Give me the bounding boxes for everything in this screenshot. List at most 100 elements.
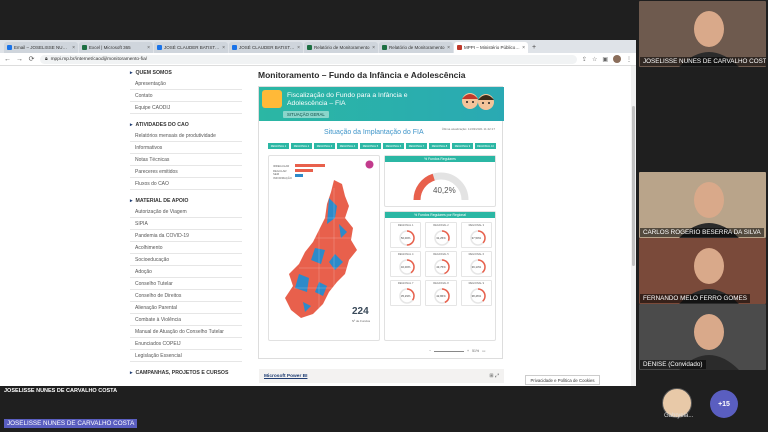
participant-video-tile[interactable]: JOSELISSE NUNES DE CARVALHO COSTA [639, 1, 766, 67]
sidebar-item[interactable]: Conselho de Direitos [130, 290, 242, 302]
sidebar-item[interactable]: Acolhimento [130, 242, 242, 254]
info-bubble-icon[interactable] [365, 160, 374, 169]
close-tab-icon[interactable]: × [222, 45, 225, 51]
browser-tab-bar: Email – JOSELISSE NUNES DE C×Excel | Mic… [0, 40, 636, 53]
sidebar-item[interactable]: Pareceres emitidos [130, 166, 242, 178]
back-icon[interactable]: ← [4, 56, 11, 63]
browser-tab[interactable]: JOSÉ CLAUDER BATISTA ALCÂ× [229, 42, 303, 53]
star-icon[interactable]: ☆ [592, 56, 597, 63]
main-content: Monitoramento – Fundo da Infância e Adol… [258, 66, 630, 386]
region-filter-button[interactable]: REGIONAL 8 [429, 143, 450, 149]
region-filter-button[interactable]: REGIONAL 4 [337, 143, 358, 149]
zoom-out-icon[interactable]: − [429, 349, 431, 353]
participant-video-tile[interactable]: DENISE (Convidado) [639, 304, 766, 370]
sidebar-section-header[interactable]: ▸ MATERIAL DE APOIO [130, 198, 242, 204]
sidebar-item[interactable]: Informativos [130, 142, 242, 154]
close-tab-icon[interactable]: × [147, 45, 150, 51]
regional-gauge-label: REGIONAL 1 [397, 224, 414, 227]
sidebar-item[interactable]: Socioeducação [130, 254, 242, 266]
region-filter-button[interactable]: REGIONAL 2 [291, 143, 312, 149]
sidebar-section-header[interactable]: ▸ ATIVIDADES DO CAO [130, 122, 242, 128]
sidebar-item[interactable]: SIPIA [130, 218, 242, 230]
tab-favicon-icon [82, 45, 87, 50]
close-tab-icon[interactable]: × [447, 45, 450, 51]
close-tab-icon[interactable]: × [522, 45, 525, 51]
gauge-panel: % Fundos Regulares 40,2% [384, 155, 496, 207]
regional-gauge: REGIONAL 8 42,86% [425, 280, 457, 306]
sidebar-item[interactable]: Combate à Violência [130, 314, 242, 326]
sidebar-item[interactable]: Equipe CAODIJ [130, 102, 242, 114]
region-filter-button[interactable]: REGIONAL 3 [314, 143, 335, 149]
sidebar-item[interactable]: Apresentação [130, 78, 242, 90]
close-tab-icon[interactable]: × [72, 45, 75, 51]
share-icon[interactable]: ⇪ [582, 56, 587, 63]
profile-avatar[interactable] [613, 55, 621, 63]
sidebar-item[interactable]: Conselho Tutelar [130, 278, 242, 290]
chevron-icon: ▸ [130, 122, 133, 128]
zoom-controls: − + 51% ▭ [429, 349, 485, 353]
close-tab-icon[interactable]: × [297, 45, 300, 51]
browser-tab[interactable]: Email – JOSELISSE NUNES DE C× [4, 42, 78, 53]
sidebar-item[interactable]: Pandemia da COVID-19 [130, 230, 242, 242]
regional-gauge-label: REGIONAL 7 [397, 282, 414, 285]
zoom-slider[interactable] [434, 350, 465, 352]
powerbi-embed[interactable]: Fiscalização do Fundo para a Infância e … [258, 86, 504, 383]
new-tab-icon[interactable]: + [529, 42, 539, 53]
region-filter-button[interactable]: REGIONAL 9 [452, 143, 473, 149]
regional-gauge-label: REGIONAL 9 [468, 282, 485, 285]
sidebar-item[interactable]: Fluxos do CAO [130, 178, 242, 190]
participant-video-tile[interactable]: CARLOS ROGERIO BESERRA DA SILVA [639, 172, 766, 238]
region-filter-button[interactable]: REGIONAL 5 [360, 143, 381, 149]
reload-icon[interactable]: ⟳ [28, 55, 35, 63]
page-scrollbar[interactable] [631, 66, 636, 386]
sidebar-item[interactable]: Adoção [130, 266, 242, 278]
sidebar-section-header[interactable]: ▸ CAMPANHAS, PROJETOS E CURSOS [130, 370, 242, 376]
regional-gauge-label: REGIONAL 3 [468, 224, 485, 227]
fit-page-icon[interactable]: ▭ [482, 349, 485, 353]
sidebar-item[interactable]: Autorização de Viagem [130, 206, 242, 218]
region-filter-button[interactable]: REGIONAL 6 [383, 143, 404, 149]
sidebar-section-header[interactable]: ▸ QUEM SOMOS [130, 70, 242, 76]
powerbi-link[interactable]: Microsoft Power BI [264, 374, 307, 379]
sidebar-item[interactable]: Contato [130, 90, 242, 102]
region-filter-button[interactable]: REGIONAL 7 [406, 143, 427, 149]
region-filter-button[interactable]: REGIONAL 1 [268, 143, 289, 149]
sidebar-item[interactable]: Alienação Parental [130, 302, 242, 314]
sidebar-item[interactable]: Manual de Atuação do Conselho Tutelar [130, 326, 242, 338]
regional-gauge-value: 35,29% [400, 294, 411, 298]
web-page: ▸ QUEM SOMOS Apresentação Contato Equipe CAO… [0, 66, 636, 386]
sidebar-item[interactable]: Notas Técnicas [130, 154, 242, 166]
sidebar-item[interactable]: Enunciados COPEIJ [130, 338, 242, 350]
regional-gauge: REGIONAL 3 37,50% [460, 222, 492, 248]
browser-tab[interactable]: JOSÉ CLAUDER BATISTA ALCÂ× [154, 42, 228, 53]
close-tab-icon[interactable]: × [372, 45, 375, 51]
sidebar-item[interactable]: Relatórios mensais de produtividade [130, 130, 242, 142]
browser-tab[interactable]: MPPI – Ministério Público do E × [454, 42, 528, 53]
share-report-icon[interactable]: ⊞ [489, 373, 493, 379]
menu-icon[interactable]: ⋮ [626, 56, 632, 63]
sidebar-item[interactable]: Legislação Essencial [130, 350, 242, 362]
browser-tab[interactable]: Relatório de Monitoramento × [304, 42, 378, 53]
fund-count: 224 [352, 306, 369, 317]
situacao-geral-button[interactable]: SITUAÇÃO GERAL [283, 111, 329, 118]
regional-gauge: REGIONAL 6 39,13% [460, 251, 492, 277]
browser-tab[interactable]: Excel | Microsoft 365 × [79, 42, 153, 53]
address-bar[interactable]: 🔒︎ mppi.mp.br/internet/caodij/monitorame… [40, 54, 577, 64]
zoom-in-icon[interactable]: + [467, 349, 469, 353]
report-canvas: Última atualização: 11/03/2021 11:42:17 … [264, 125, 499, 345]
tab-label: JOSÉ CLAUDER BATISTA ALCÂ [239, 45, 295, 50]
url-text: mppi.mp.br/internet/caodij/monitoramento… [50, 56, 148, 62]
fullscreen-icon[interactable]: ⤢ [495, 373, 499, 379]
browser-tab[interactable]: Relatório de Monitoramento × [379, 42, 453, 53]
regional-gauge-value: 31,25% [436, 236, 446, 240]
region-filter-button[interactable]: REGIONAL 10 [475, 143, 496, 149]
zoom-level: 51% [472, 349, 480, 353]
chevron-icon: ▸ [130, 370, 133, 376]
more-participants-button[interactable]: +15 [710, 390, 738, 418]
extensions-icon[interactable]: ▣ [602, 56, 608, 63]
forward-icon[interactable]: → [16, 56, 23, 63]
privacy-policy-button[interactable]: Privacidade e Política de Cookies [525, 375, 600, 385]
participant-video-tile[interactable]: FERNANDO MELO FERRO GOMES [639, 238, 766, 304]
tab-label: Email – JOSELISSE NUNES DE C [14, 45, 70, 50]
tab-label: Relatório de Monitoramento [389, 45, 445, 50]
